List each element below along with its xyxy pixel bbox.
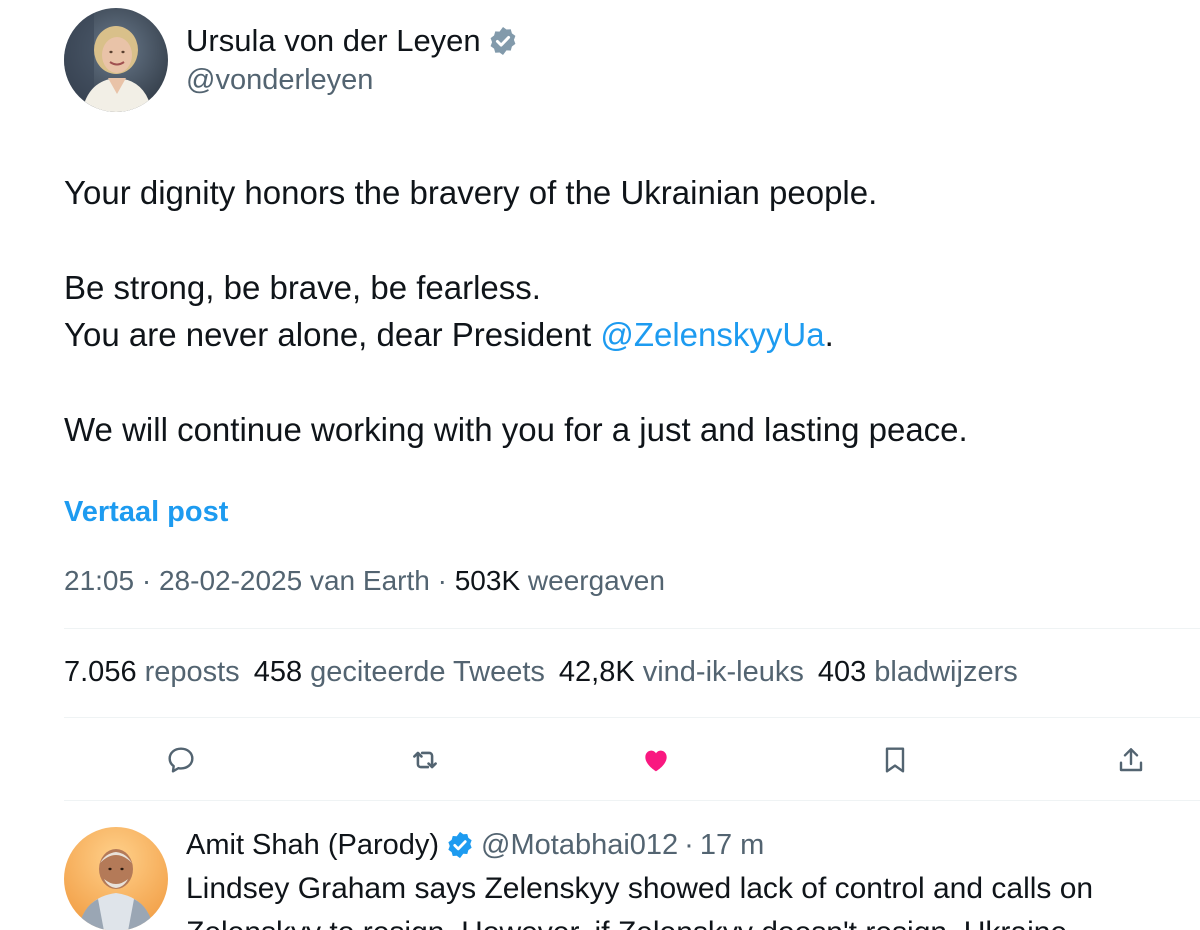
share-icon bbox=[1119, 748, 1143, 772]
tweet-time[interactable]: 21:05 bbox=[64, 565, 134, 596]
reply-button[interactable] bbox=[163, 742, 199, 778]
tweet-line-2: Be strong, be brave, be fearless. bbox=[64, 269, 541, 306]
divider bbox=[64, 717, 1200, 718]
meta-separator: · bbox=[134, 565, 159, 596]
reply-text: Lindsey Graham says Zelenskyy showed lac… bbox=[186, 872, 1094, 905]
verified-badge-icon bbox=[445, 830, 475, 860]
author-handle[interactable]: @vonderleyen bbox=[186, 64, 373, 97]
quotes-label: geciteerde Tweets bbox=[310, 656, 545, 688]
bookmarks-stat[interactable]: 403 bladwijzers bbox=[818, 656, 1018, 689]
reposts-stat[interactable]: 7.056 reposts bbox=[64, 656, 240, 689]
reply-separator: · bbox=[684, 828, 694, 861]
tweet-source: van Earth bbox=[302, 565, 430, 596]
likes-count: 42,8K bbox=[558, 656, 635, 688]
bookmark-icon bbox=[885, 747, 905, 773]
tweet-line-3-prefix: You are never alone, dear President bbox=[64, 316, 601, 353]
reply-profile-photo bbox=[64, 827, 168, 930]
tweet-line-1: Your dignity honors the bravery of the U… bbox=[64, 174, 878, 211]
reply-author-name[interactable]: Amit Shah (Parody) bbox=[186, 829, 439, 862]
tweet-line-3: You are never alone, dear President @Zel… bbox=[64, 318, 834, 351]
repost-button[interactable] bbox=[407, 742, 443, 778]
quotes-count: 458 bbox=[253, 656, 303, 688]
repost-icon bbox=[413, 751, 437, 769]
tweet-date[interactable]: 28-02-2025 bbox=[159, 565, 302, 596]
meta-separator: · bbox=[429, 565, 455, 596]
profile-photo bbox=[64, 8, 168, 112]
author-name-row: Ursula von der Leyen bbox=[186, 20, 519, 62]
reply-header: Amit Shah (Parody) @Motabhai012 · 17 m bbox=[186, 826, 764, 864]
heart-icon bbox=[645, 750, 667, 772]
tweet-line-3-suffix: . bbox=[824, 316, 834, 353]
author-avatar[interactable] bbox=[64, 8, 168, 112]
reposts-count: 7.056 bbox=[64, 656, 137, 688]
like-button[interactable] bbox=[638, 742, 674, 778]
divider bbox=[64, 800, 1200, 801]
likes-stat[interactable]: 42,8K vind-ik-leuks bbox=[559, 656, 804, 689]
share-button[interactable] bbox=[1113, 742, 1149, 778]
reply-icon bbox=[168, 747, 194, 773]
verified-badge-icon bbox=[487, 25, 519, 57]
bookmark-button[interactable] bbox=[877, 742, 913, 778]
divider bbox=[64, 628, 1200, 629]
reply-text-continued: Zelenskyy to resign. However, if Zelensk… bbox=[186, 918, 1067, 930]
likes-label: vind-ik-leuks bbox=[642, 656, 804, 688]
view-label: weergaven bbox=[520, 565, 665, 596]
bookmarks-count: 403 bbox=[817, 656, 867, 688]
translate-post-link[interactable]: Vertaal post bbox=[64, 496, 228, 529]
author-name[interactable]: Ursula von der Leyen bbox=[186, 23, 481, 59]
mention-link[interactable]: @ZelenskyyUa bbox=[600, 316, 824, 353]
bookmarks-label: bladwijzers bbox=[874, 656, 1018, 688]
reposts-label: reposts bbox=[144, 656, 240, 688]
reply-author-handle[interactable]: @Motabhai012 bbox=[481, 829, 678, 862]
tweet-line-4: We will continue working with you for a … bbox=[64, 411, 968, 448]
tweet-detail-page: Ursula von der Leyen @vonderleyen Your d… bbox=[0, 0, 1200, 930]
quotes-stat[interactable]: 458 geciteerde Tweets bbox=[254, 656, 545, 689]
reply-author-avatar[interactable] bbox=[64, 827, 168, 930]
tweet-meta: 21:05 · 28-02-2025 van Earth · 503K weer… bbox=[64, 565, 665, 597]
view-count: 503K bbox=[454, 565, 521, 596]
reply-timestamp[interactable]: 17 m bbox=[700, 829, 764, 862]
engagement-stats: 7.056 reposts 458 geciteerde Tweets 42,8K v… bbox=[64, 656, 1018, 689]
